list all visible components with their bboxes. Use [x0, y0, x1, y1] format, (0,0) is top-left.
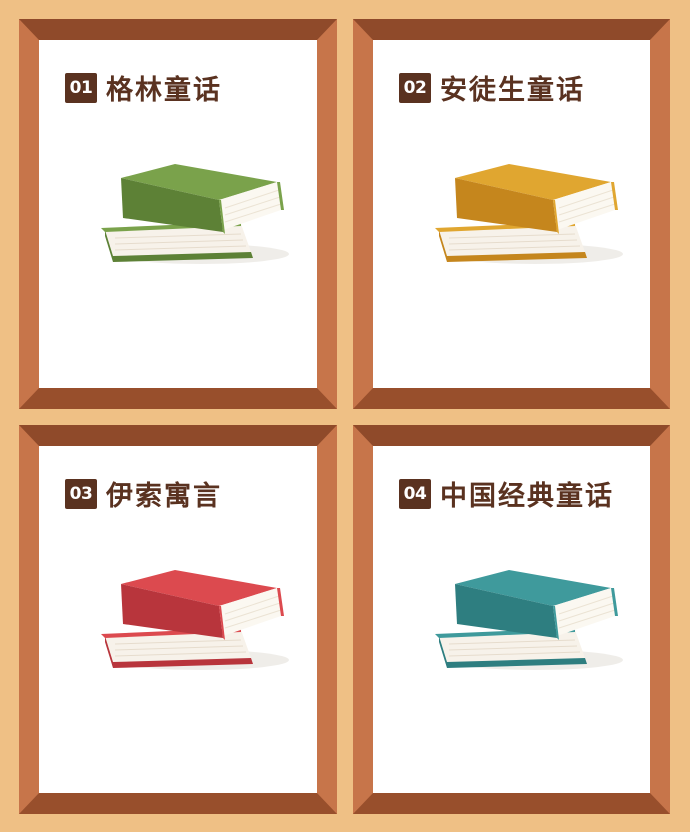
- card-heading: 01 格林童话: [65, 68, 222, 107]
- card-grimm-fairy-tales[interactable]: 01 格林童话: [19, 19, 337, 409]
- books-stack-icon: [435, 570, 623, 670]
- books-stack-icon: [435, 164, 623, 264]
- card-heading: 02 安徒生童话: [399, 68, 585, 107]
- card-title: 中国经典童话: [440, 481, 614, 512]
- card-number-badge: 02: [399, 72, 431, 103]
- card-number-badge: 01: [65, 72, 97, 103]
- card-aesop-fables[interactable]: 03 伊索寓言: [19, 425, 337, 814]
- card-andersen-fairy-tales[interactable]: 02 安徒生童话: [353, 19, 670, 409]
- card-heading: 03 伊索寓言: [65, 474, 222, 513]
- card-number-badge: 04: [399, 478, 431, 509]
- books-stack-icon: [101, 570, 289, 670]
- card-heading: 04 中国经典童话: [399, 474, 614, 513]
- books-stack-icon: [101, 164, 289, 264]
- card-chinese-classic-fairy-tales[interactable]: 04 中国经典童话: [353, 425, 670, 814]
- card-number-badge: 03: [65, 478, 97, 509]
- card-title: 安徒生童话: [440, 75, 585, 106]
- card-title: 格林童话: [106, 75, 222, 106]
- card-title: 伊索寓言: [106, 481, 222, 512]
